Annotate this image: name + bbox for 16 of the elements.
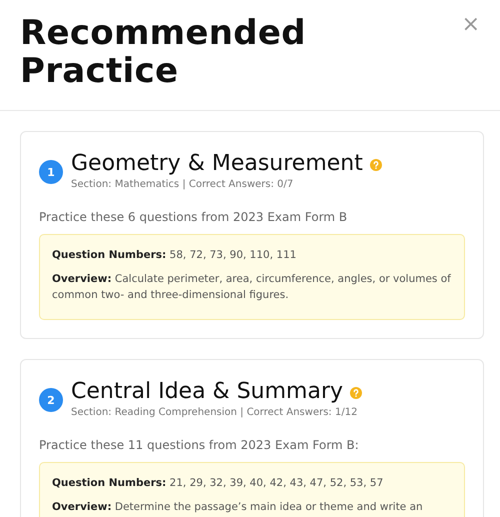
close-button[interactable]: × — [458, 14, 484, 36]
dialog-title: Recommended Practice — [20, 14, 307, 90]
topic-title: Central Idea & Summary — [71, 378, 344, 406]
topic-meta: Section: Mathematics | Correct Answers: 0/7 — [71, 179, 294, 190]
topic-title: Geometry & Measurement — [71, 150, 363, 178]
topic-meta: Section: Reading Comprehension | Correct Answers: 1/12 — [71, 407, 358, 418]
detail-text: Question Numbers: 21, 29, 32, 39, 40, 42, 43, 47, 52, 53, 57 — [52, 476, 384, 491]
number-badge: 2 — [39, 388, 63, 412]
practice-intro: Practice these 6 questions from 2023 Exam Form B — [39, 210, 348, 224]
detail-text: Overview: Determine the passage’s main idea or theme and write an — [52, 500, 424, 515]
help-icon[interactable] — [370, 159, 382, 171]
help-icon[interactable] — [350, 387, 362, 399]
practice-intro: Practice these 11 questions from 2023 Exam Form B: — [39, 438, 360, 452]
detail-text: Overview: Calculate perimeter, area, circumference, angles, or volumes of common two- and three-dimensional figures. — [52, 272, 452, 303]
number-badge: 1 — [39, 160, 63, 184]
detail-text: Question Numbers: 58, 72, 73, 90, 110, 111 — [52, 248, 298, 263]
